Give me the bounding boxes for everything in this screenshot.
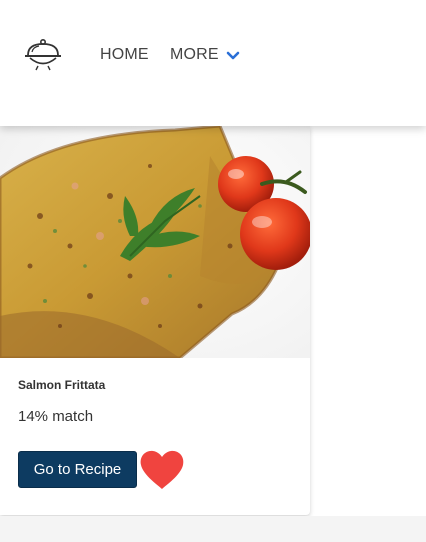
heart-icon[interactable]: [139, 449, 185, 491]
nav-more-link[interactable]: MORE: [170, 46, 219, 64]
recipe-card: Salmon Frittata 14% match Go to Recipe: [0, 126, 310, 515]
page-footer-area: [0, 516, 426, 542]
navbar: HOME MORE: [0, 0, 426, 126]
match-percentage: 14% match: [18, 408, 94, 425]
page: HOME MORE Salmon Frittata 14% match Go t…: [0, 0, 426, 542]
go-to-recipe-button[interactable]: Go to Recipe: [18, 451, 137, 488]
recipe-image[interactable]: [0, 126, 310, 358]
nav-home-link[interactable]: HOME: [100, 46, 149, 64]
chevron-down-icon[interactable]: [226, 50, 240, 62]
recipe-title: Salmon Frittata: [18, 378, 106, 392]
cloche-icon[interactable]: [24, 38, 62, 72]
